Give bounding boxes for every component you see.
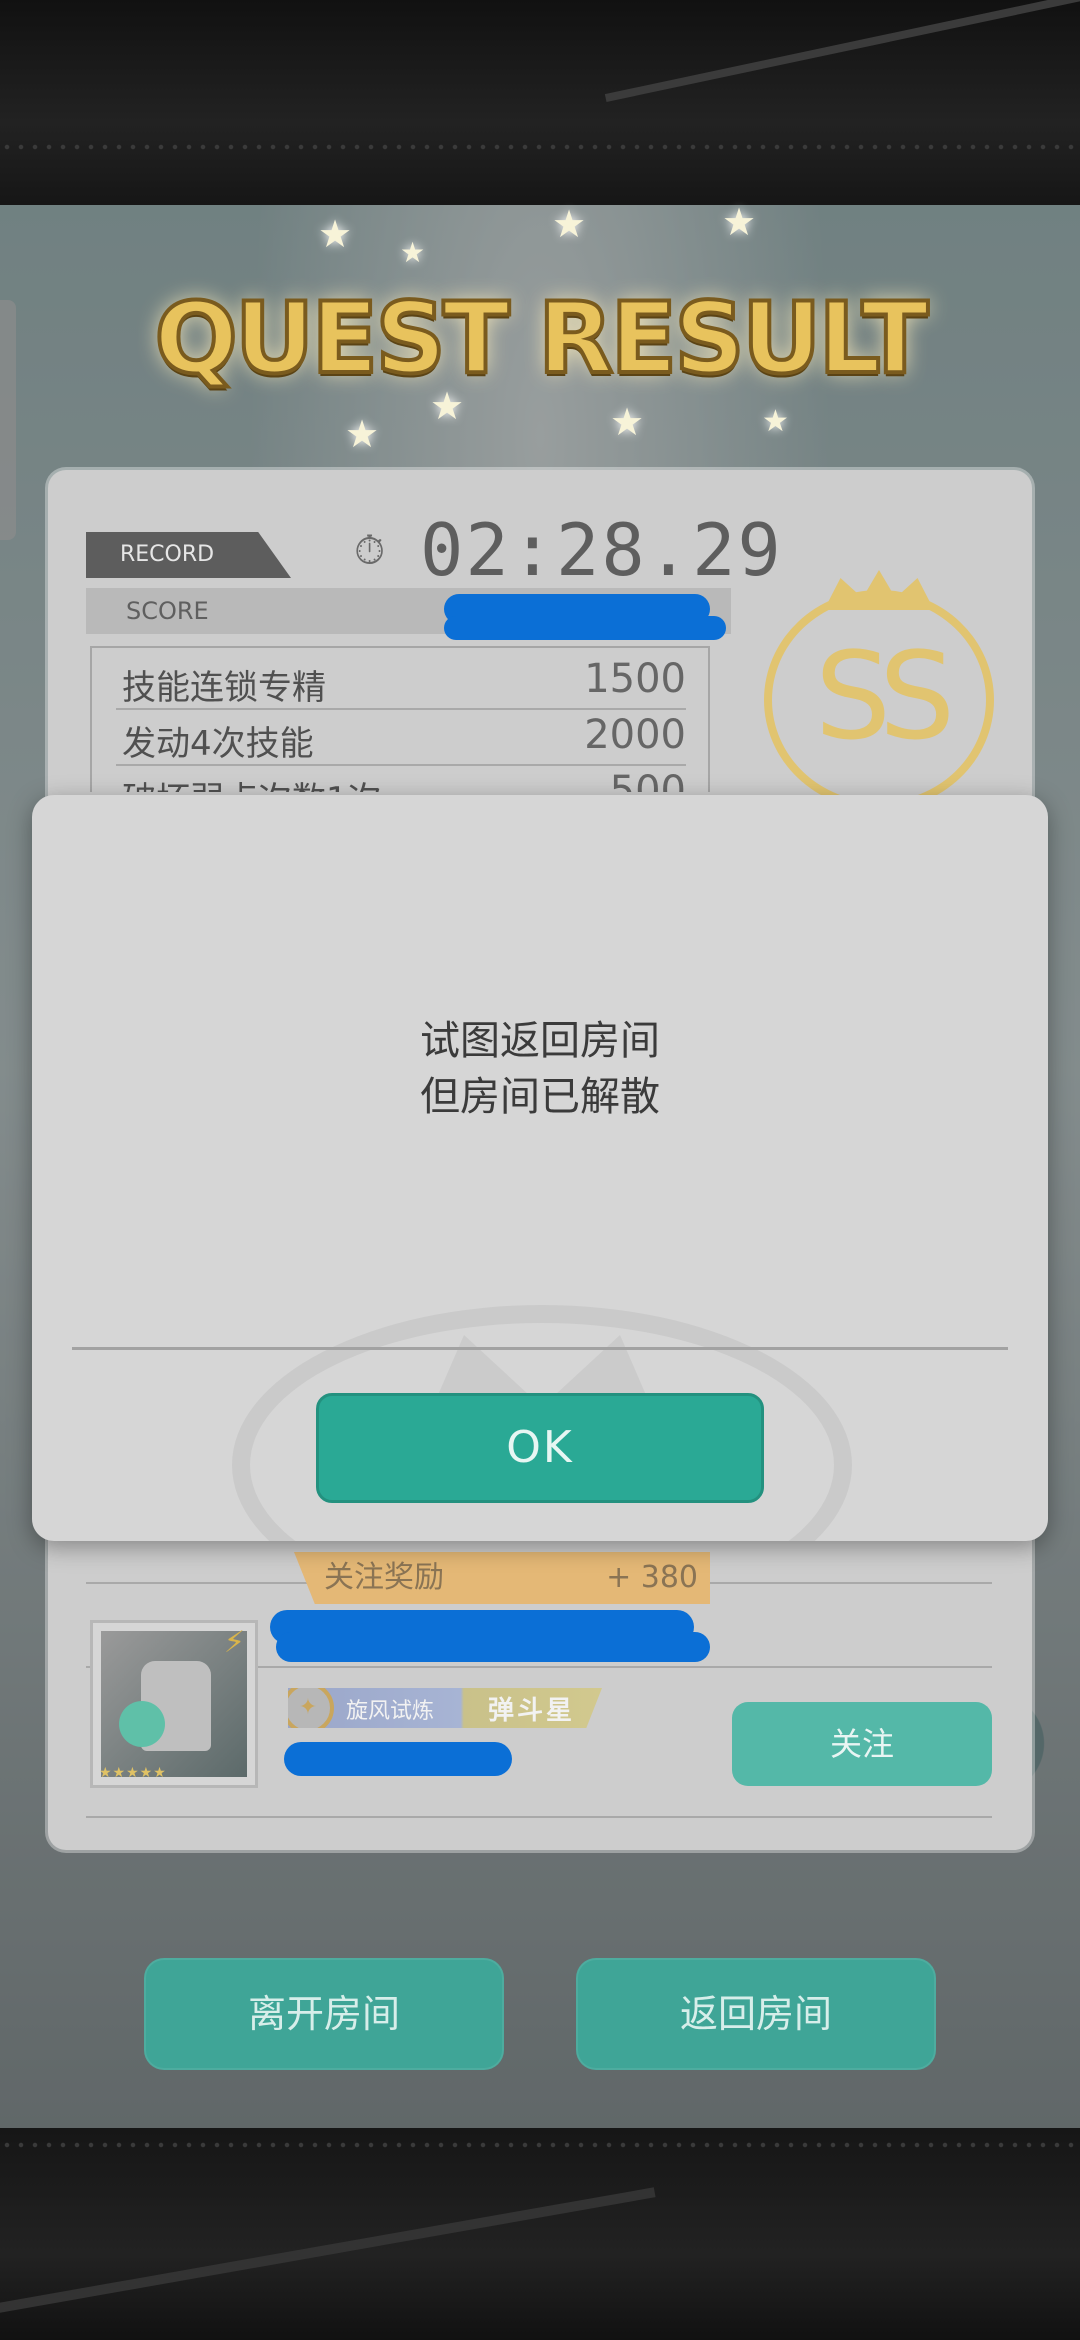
star-icon: ★ xyxy=(610,400,645,444)
redacted-player-name xyxy=(276,1632,710,1662)
player-avatar[interactable]: ⚡ ★★★★★ xyxy=(90,1620,258,1788)
star-icon: ★ xyxy=(722,200,757,244)
clear-time: 02:28.29 xyxy=(420,508,783,592)
bonus-value: 1500 xyxy=(584,656,686,702)
bonus-row: 破坏弱点次数1次 500 xyxy=(116,766,686,792)
bonus-value: 2000 xyxy=(584,712,686,758)
rank-badge: SS xyxy=(764,590,994,810)
redacted-player-id xyxy=(284,1742,512,1776)
orb-icon xyxy=(119,1701,165,1747)
return-room-button[interactable]: 返回房间 xyxy=(576,1958,936,2070)
dialog-message-line2: 但房间已解散 xyxy=(420,1074,660,1120)
bonus-name: 破坏弱点次数1次 xyxy=(122,772,382,792)
ok-button[interactable]: OK xyxy=(316,1393,764,1503)
follow-reward-value: + 380 xyxy=(606,1560,698,1595)
bonus-value: 500 xyxy=(609,768,686,792)
frame-stripe xyxy=(0,2187,656,2319)
top-frame-bar xyxy=(0,0,1080,205)
star-icon: ★ xyxy=(762,404,789,439)
leave-room-button[interactable]: 离开房间 xyxy=(144,1958,504,2070)
lightning-icon: ⚡ xyxy=(223,1625,245,1660)
star-icon: ★ xyxy=(552,202,587,246)
title-small: 旋风试炼 xyxy=(346,1699,435,1724)
star-icon: ★ xyxy=(400,236,426,269)
title-main: 弹斗星 xyxy=(488,1696,576,1726)
bonus-name: 技能连锁专精 xyxy=(122,668,326,708)
dialog-message: 试图返回房间 但房间已解散 xyxy=(32,1013,1048,1125)
score-label: SCORE xyxy=(126,597,209,625)
stopwatch-icon: ⏱ xyxy=(354,528,386,574)
divider xyxy=(86,1816,992,1818)
follow-reward-bar: 关注奖励 + 380 xyxy=(294,1552,710,1604)
record-label: RECORD xyxy=(86,532,291,578)
star-icon: ★ xyxy=(345,412,380,456)
rarity-stars: ★★★★★ xyxy=(99,1765,167,1781)
follow-button[interactable]: 关注 xyxy=(732,1702,992,1786)
title-emblem-icon: ✦ xyxy=(288,1688,334,1728)
bonus-row: 技能连锁专精 1500 xyxy=(116,654,686,710)
dialog-message-line1: 试图返回房间 xyxy=(420,1018,660,1064)
follow-reward-label: 关注奖励 xyxy=(324,1560,444,1595)
bonus-name: 发动4次技能 xyxy=(122,724,314,764)
room-dissolved-dialog: 试图返回房间 但房间已解散 OK xyxy=(32,795,1048,1541)
star-icon: ★ xyxy=(318,212,353,256)
bonus-list: 技能连锁专精 1500 发动4次技能 2000 破坏弱点次数1次 500 xyxy=(90,646,710,792)
redacted-score xyxy=(444,616,726,640)
dialog-divider xyxy=(72,1347,1008,1350)
quest-result-title: QUEST RESULT xyxy=(152,280,930,398)
frame-stripe xyxy=(604,0,1080,102)
player-title-tag: ✦ 旋风试炼 弹斗星 xyxy=(288,1688,602,1728)
bottom-frame-bar xyxy=(0,2128,1080,2340)
bonus-row: 发动4次技能 2000 xyxy=(116,710,686,766)
